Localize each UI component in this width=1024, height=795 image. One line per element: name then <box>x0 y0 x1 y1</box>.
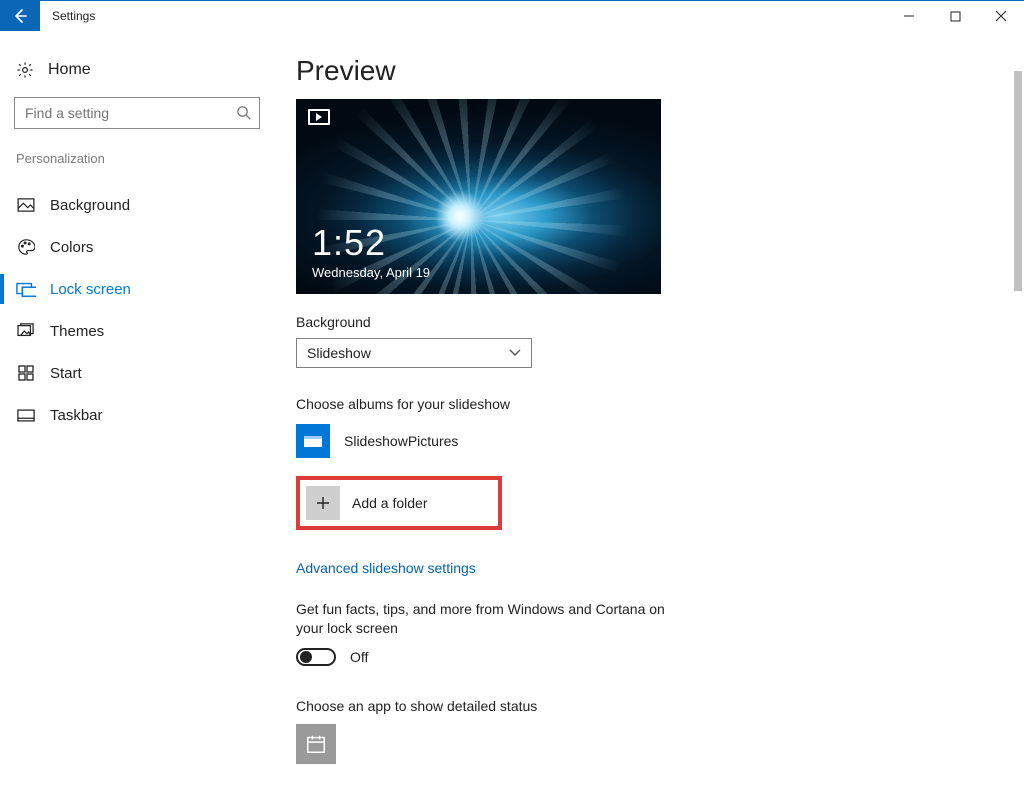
add-folder-label: Add a folder <box>352 495 428 511</box>
home-label: Home <box>48 61 91 79</box>
advanced-slideshow-link[interactable]: Advanced slideshow settings <box>296 560 994 576</box>
lock-screen-preview: 1:52 Wednesday, April 19 <box>296 99 661 294</box>
content-area: Preview 1:52 Wednesday, April 19 Backgro… <box>290 31 1024 795</box>
titlebar: Settings <box>0 1 1024 31</box>
search-icon <box>236 105 251 120</box>
add-folder-button[interactable] <box>306 486 340 520</box>
arrow-left-icon <box>12 8 28 24</box>
palette-icon <box>16 238 36 256</box>
picture-icon <box>16 198 36 212</box>
minimize-icon <box>903 10 915 22</box>
chevron-down-icon <box>509 349 521 357</box>
nav-list: Background Colors Lock screen <box>14 184 276 436</box>
albums-label: Choose albums for your slideshow <box>296 396 994 412</box>
plus-icon <box>315 495 331 511</box>
background-dropdown[interactable]: Slideshow <box>296 338 532 368</box>
album-item[interactable]: SlideshowPictures <box>296 424 994 458</box>
sidebar: Home Personalization Background <box>0 31 290 795</box>
home-button[interactable]: Home <box>14 53 276 97</box>
slideshow-icon <box>308 109 330 125</box>
search-box[interactable] <box>14 97 260 129</box>
detailed-status-app-button[interactable] <box>296 724 336 764</box>
page-title: Preview <box>296 55 994 87</box>
funfacts-toggle[interactable] <box>296 648 336 666</box>
sidebar-item-label: Lock screen <box>50 281 131 298</box>
category-label: Personalization <box>14 151 276 166</box>
sidebar-item-themes[interactable]: Themes <box>14 310 276 352</box>
back-button[interactable] <box>0 1 40 31</box>
scrollbar-thumb[interactable] <box>1014 71 1022 291</box>
taskbar-icon <box>16 409 36 422</box>
window-title: Settings <box>40 9 95 23</box>
album-label: SlideshowPictures <box>344 433 458 449</box>
sidebar-item-background[interactable]: Background <box>14 184 276 226</box>
sidebar-item-lock-screen[interactable]: Lock screen <box>14 268 276 310</box>
themes-icon <box>16 323 36 339</box>
toggle-state: Off <box>350 649 368 665</box>
maximize-icon <box>950 11 961 22</box>
minimize-button[interactable] <box>886 1 932 31</box>
sidebar-item-label: Colors <box>50 239 93 256</box>
scrollbar[interactable] <box>1012 31 1024 795</box>
add-folder-highlight: Add a folder <box>296 476 502 530</box>
detailed-status-label: Choose an app to show detailed status <box>296 698 994 714</box>
calendar-icon <box>305 733 327 755</box>
preview-date: Wednesday, April 19 <box>312 265 430 280</box>
sidebar-item-label: Background <box>50 197 130 214</box>
background-label: Background <box>296 314 994 330</box>
sidebar-item-colors[interactable]: Colors <box>14 226 276 268</box>
close-button[interactable] <box>978 1 1024 31</box>
preview-time: 1:52 <box>312 222 386 264</box>
search-input[interactable] <box>15 98 259 128</box>
close-icon <box>995 10 1007 22</box>
content-scroll[interactable]: Preview 1:52 Wednesday, April 19 Backgro… <box>290 31 1024 795</box>
settings-window: Settings Home Pers <box>0 0 1024 795</box>
maximize-button[interactable] <box>932 1 978 31</box>
folder-tile-icon <box>296 424 330 458</box>
dropdown-value: Slideshow <box>307 345 371 361</box>
funfacts-label: Get fun facts, tips, and more from Windo… <box>296 600 676 638</box>
sidebar-item-label: Start <box>50 365 82 382</box>
start-icon <box>16 365 36 381</box>
sidebar-item-label: Taskbar <box>50 407 103 424</box>
sidebar-item-taskbar[interactable]: Taskbar <box>14 394 276 436</box>
gear-icon <box>16 61 34 79</box>
sidebar-item-label: Themes <box>50 323 104 340</box>
lock-screen-icon <box>16 281 36 297</box>
sidebar-item-start[interactable]: Start <box>14 352 276 394</box>
